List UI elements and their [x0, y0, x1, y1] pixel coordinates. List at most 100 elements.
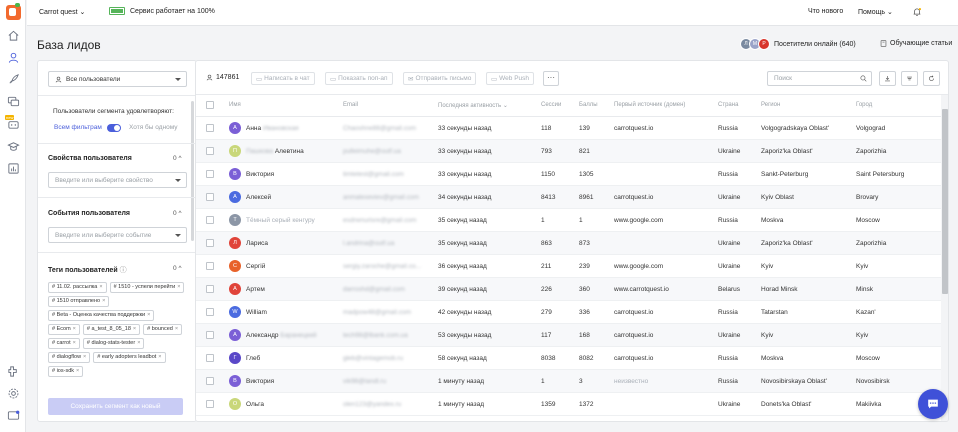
event-input[interactable]: Введите или выберите событие [48, 227, 187, 243]
close-icon[interactable]: × [175, 326, 178, 332]
bell-icon[interactable] [912, 7, 922, 17]
row-checkbox[interactable] [206, 377, 214, 385]
online-visitors[interactable]: Л М Р Посетители онлайн (640) [740, 38, 856, 50]
tag-chip[interactable]: # Ecom × [48, 324, 80, 335]
table-row[interactable]: Г Глеб gleb@vintagemob.ru 58 секунд назад 80… [196, 347, 941, 370]
tag-chip[interactable]: # ios-sdk × [48, 366, 84, 377]
row-checkbox[interactable] [206, 400, 214, 408]
close-icon[interactable]: × [99, 284, 102, 290]
name-cell[interactable]: Алексей [246, 194, 271, 201]
name-cell[interactable]: Сергій [246, 263, 265, 270]
whats-new-link[interactable]: Что нового [808, 8, 843, 15]
refresh-button[interactable] [923, 71, 940, 86]
tag-chip[interactable]: # carrot × [48, 338, 80, 349]
help-menu[interactable]: Помощь ⌄ [858, 8, 893, 16]
tag-chip[interactable]: # Beta - Оценка качества поддержки × [48, 310, 155, 321]
name-cell[interactable]: Тёмный серый кенгуру [246, 217, 315, 224]
tag-chip[interactable]: # 1510 - успели перейти × [109, 282, 185, 293]
close-icon[interactable]: × [73, 340, 76, 346]
column-header-name[interactable]: Имя [229, 102, 241, 108]
close-icon[interactable]: × [83, 354, 86, 360]
table-row[interactable]: Л Лариса l.andrina@outf.ua 35 секунд назад 8… [196, 232, 941, 255]
name-cell[interactable]: Виктория [246, 378, 274, 385]
row-checkbox[interactable] [206, 354, 214, 362]
close-icon[interactable]: × [76, 368, 79, 374]
close-icon[interactable]: × [177, 284, 180, 290]
table-row[interactable]: С Сергій sergiy.zaroche@gmail.co... 36 секу… [196, 255, 941, 278]
close-icon[interactable]: × [102, 298, 105, 304]
table-row[interactable]: А Алексей anmalexeviev@gmail.com 34 секунды… [196, 186, 941, 209]
leadbot-icon[interactable]: new [5, 115, 20, 131]
any-filter-option[interactable]: Хотя бы одному [129, 124, 178, 131]
name-cell[interactable]: Ольга [246, 401, 264, 408]
reports-icon[interactable] [7, 162, 20, 175]
carrot-logo[interactable] [6, 3, 21, 20]
academy-icon[interactable] [7, 140, 20, 153]
row-checkbox[interactable] [206, 170, 214, 178]
save-segment-button[interactable]: Сохранить сегмент как новый [48, 398, 183, 415]
leads-icon[interactable] [3, 47, 24, 68]
table-row[interactable]: В Виктория vik98@landl.ru 1 минуту назад 1 3 н… [196, 370, 941, 393]
tag-chip[interactable]: # 1510 отправлено × [48, 296, 110, 307]
name-cell[interactable]: Анна Ивановская [246, 125, 299, 132]
columns-settings-button[interactable] [901, 71, 918, 86]
row-checkbox[interactable] [206, 239, 214, 247]
column-header-last-activity[interactable]: Последняя активность ⌄ [438, 102, 508, 109]
table-row[interactable]: Т Тёмный серый кенгуру esdrwnurisre@gmail.… [196, 209, 941, 232]
name-cell[interactable]: Александр Баранецкий [246, 332, 317, 339]
table-row[interactable]: В Виктория timtetest@gmail.com 33 секунды н… [196, 163, 941, 186]
sidebar-scrollbar[interactable] [191, 101, 194, 241]
row-checkbox[interactable] [206, 308, 214, 316]
column-header-region[interactable]: Регион [761, 102, 780, 108]
all-filters-option[interactable]: Всем фильтрам [54, 124, 102, 131]
table-scrollbar[interactable] [941, 95, 948, 421]
write-chat-button[interactable]: ▭ Написать в чат [251, 72, 315, 85]
name-cell[interactable]: Лариса [246, 240, 268, 247]
property-input[interactable]: Введите или выберите свойство [48, 172, 187, 188]
segment-select[interactable]: Все пользователи [48, 71, 187, 87]
table-row[interactable]: О Ольга olen123@yandex.ru 1 минуту назад 135… [196, 393, 941, 416]
column-header-email[interactable]: Email [343, 102, 358, 108]
export-button[interactable] [879, 71, 896, 86]
support-chat-button[interactable] [918, 389, 948, 419]
close-icon[interactable]: × [147, 312, 150, 318]
account-icon[interactable] [7, 409, 20, 422]
send-email-button[interactable]: ✉ Отправить письмо [403, 72, 477, 85]
integrations-icon[interactable] [7, 365, 20, 378]
settings-gear-icon[interactable] [7, 387, 20, 400]
column-header-sessions[interactable]: Сессии [541, 102, 561, 108]
home-icon[interactable] [7, 29, 20, 42]
name-cell[interactable]: Глеб [246, 355, 260, 362]
row-checkbox[interactable] [206, 193, 214, 201]
close-icon[interactable]: × [137, 340, 140, 346]
row-checkbox[interactable] [206, 216, 214, 224]
name-cell[interactable]: William [246, 309, 267, 316]
tag-chip[interactable]: # early adopters leadbot × [93, 352, 166, 363]
close-icon[interactable]: × [73, 326, 76, 332]
rocket-icon[interactable] [7, 73, 20, 86]
name-cell[interactable]: Пашкова Алевтина [246, 148, 304, 155]
column-header-points[interactable]: Баллы [579, 102, 598, 108]
table-row[interactable]: W William madpow48@gmail.com 42 секунды наз… [196, 301, 941, 324]
row-checkbox[interactable] [206, 124, 214, 132]
tag-chip[interactable]: # dialogflow × [48, 352, 91, 363]
row-checkbox[interactable] [206, 147, 214, 155]
tag-chip[interactable]: # dialog-stats-tester × [82, 338, 145, 349]
table-row[interactable]: А Анна Ивановская Chaoshne88@gmail.com 33 с… [196, 117, 941, 140]
column-header-city[interactable]: Город [856, 102, 872, 108]
close-icon[interactable]: × [133, 326, 136, 332]
row-checkbox[interactable] [206, 262, 214, 270]
web-push-button[interactable]: ▭ Web Push [486, 72, 535, 85]
table-row[interactable]: А Александр Баранецкий tech98@lbank.com.ua… [196, 324, 941, 347]
tag-chip[interactable]: # 11.02. рассылка × [48, 282, 107, 293]
training-articles-link[interactable]: Обучающие статьи [880, 40, 952, 47]
select-all-checkbox[interactable] [206, 101, 214, 109]
row-checkbox[interactable] [206, 331, 214, 339]
show-popup-button[interactable]: ▭ Показать поп-ап [325, 72, 393, 85]
events-count[interactable]: 0 ^ [173, 210, 182, 217]
column-header-first-source[interactable]: Первый источник (домен) [614, 102, 685, 108]
search-input[interactable]: Поиск [767, 71, 872, 86]
chats-icon[interactable] [7, 95, 20, 108]
more-actions-button[interactable]: ··· [543, 71, 559, 86]
table-row[interactable]: А Артем darroshd@gmail.com 39 секунд назад 2… [196, 278, 941, 301]
